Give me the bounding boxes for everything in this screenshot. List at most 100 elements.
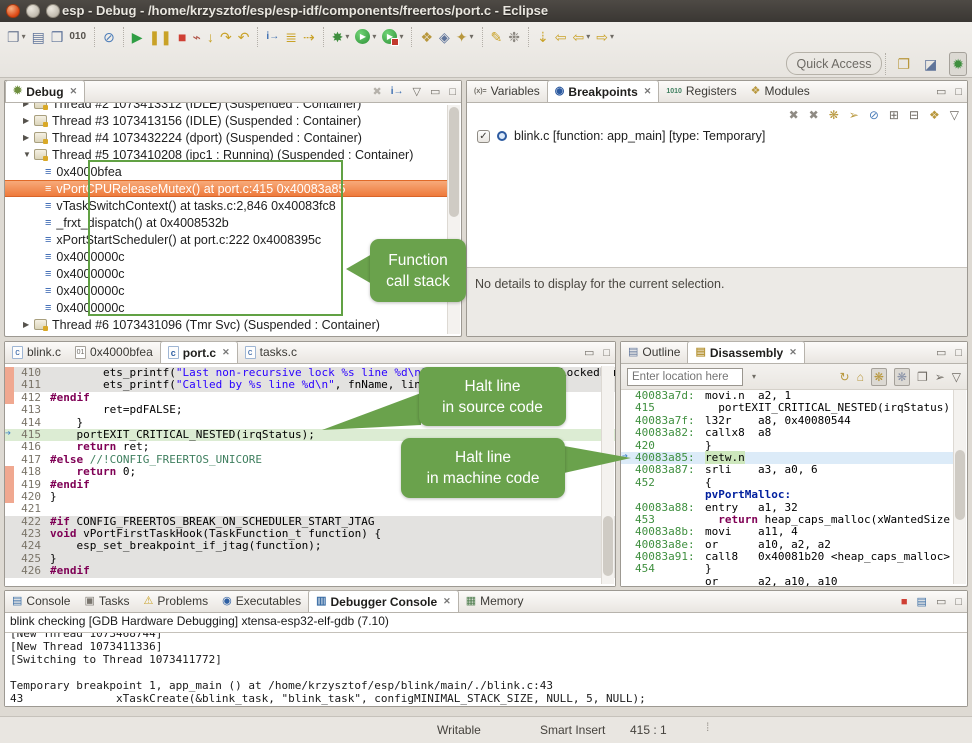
step-over-button[interactable]: ↷ [218, 25, 234, 49]
tab-close-icon[interactable]: ✕ [443, 596, 451, 607]
debug-stack-frame-row[interactable]: ≡vTaskSwitchContext() at tasks.c:2,846 0… [5, 197, 447, 214]
external-tools-dropdown-icon[interactable]: ▾ [399, 32, 403, 41]
sync-with-stack-frame-button[interactable]: ❋ [871, 368, 887, 386]
window-maximize-button[interactable] [46, 4, 60, 18]
tab-port-c[interactable]: cport.c✕ [160, 341, 238, 363]
disassembly-instruction-line[interactable]: 40083a82:callx8 a8 [621, 427, 953, 439]
new-wizard-dropdown-icon[interactable]: ▾ [22, 32, 26, 41]
expand-all-button[interactable]: ⊞ [889, 108, 899, 122]
tab-registers[interactable]: 1010Registers [659, 80, 743, 102]
editor-line-424[interactable]: 424 esp_set_breakpoint_if_jtag(function)… [5, 540, 615, 552]
run-button[interactable]: ▶▾ [353, 25, 378, 49]
skip-all-button[interactable]: ⊘ [869, 108, 879, 122]
step-return-button[interactable]: ↶ [236, 25, 252, 49]
debug-stack-frame-row[interactable]: ≡vPortCPUReleaseMutex() at port.c:415 0x… [5, 180, 447, 197]
debug-button[interactable]: ✸▾ [330, 25, 352, 49]
editor-line-421[interactable]: 421 [5, 503, 615, 515]
debug-thread-row[interactable]: ▶Thread #4 1073432224 (dport) (Suspended… [5, 129, 447, 146]
remove-all-terminated-button[interactable]: ✖ [372, 85, 381, 99]
debug-thread-row[interactable]: ▶Thread #3 1073413156 (IDLE) (Suspended … [5, 112, 447, 129]
tab-outline[interactable]: ▤Outline [621, 341, 687, 363]
quick-access-button[interactable]: Quick Access [786, 52, 882, 75]
forward-dropdown-icon[interactable]: ▾ [610, 32, 614, 41]
maximize-button[interactable]: □ [449, 85, 456, 99]
open-new-view-button[interactable]: ❐ [917, 370, 928, 384]
search-button[interactable]: ✦▾ [454, 25, 476, 49]
display-selected-console-button[interactable]: ▤ [917, 595, 927, 609]
editor-line-425[interactable]: 425} [5, 553, 615, 565]
maximize-button[interactable]: □ [955, 85, 962, 99]
debug-stack-frame-row[interactable]: ≡_frxt_dispatch() at 0x4008532b [5, 214, 447, 231]
tree-expander-icon[interactable]: ▶ [23, 320, 34, 329]
debug-dropdown-icon[interactable]: ▾ [345, 32, 349, 41]
tab-close-icon[interactable]: ✕ [644, 86, 652, 97]
remove-all-breakpoints-button[interactable]: ✖ [809, 108, 819, 122]
new-wizard-button[interactable]: ❐▾ [5, 25, 28, 49]
console-output[interactable]: [New Thread 1073468744][New Thread 10734… [5, 632, 967, 706]
tree-expander-icon[interactable]: ▶ [23, 133, 34, 142]
last-edit-location-button[interactable]: ⇣ [535, 25, 551, 49]
editor-line-426[interactable]: 426#endif [5, 565, 615, 577]
resume-button[interactable]: ▶ [130, 25, 145, 49]
tab-executables[interactable]: ◉Executables [215, 590, 308, 612]
open-type-button[interactable]: ◈ [437, 25, 452, 49]
save-all-button[interactable]: ❒ [49, 25, 66, 49]
tab-modules[interactable]: ❖Modules [744, 80, 817, 102]
mark-occurrences-button[interactable]: ✎ [489, 25, 505, 49]
breakpoint-checkbox[interactable]: ✓ [477, 130, 490, 143]
editor-line-423[interactable]: 423void vPortFirstTaskHook(TaskFunction_… [5, 528, 615, 540]
save-button[interactable]: ▤ [30, 25, 47, 49]
forward-button[interactable]: ⇨▾ [594, 25, 616, 49]
breakpoint-item[interactable]: ✓ blink.c [function: app_main] [type: Te… [477, 129, 765, 143]
tab-memory[interactable]: ▦Memory [459, 590, 531, 612]
debug-stack-frame-row[interactable]: ≡0x4000bfea [5, 163, 447, 180]
tab-variables[interactable]: (x)=Variables [467, 80, 547, 102]
minimize-button[interactable]: ▭ [936, 346, 946, 360]
instruction-stepping-button[interactable]: i→ [264, 25, 281, 49]
location-dropdown-icon[interactable]: ▾ [752, 372, 756, 381]
skip-all-breakpoints-button[interactable]: ⊘ [101, 25, 117, 49]
debug-thread-row[interactable]: ▶Thread #6 1073431096 (Tmr Svc) (Suspend… [5, 316, 447, 333]
disassembly-instruction-line[interactable]: 40083a87:srli a3, a0, 6 [621, 464, 953, 476]
disassembly-scrollbar[interactable] [953, 390, 966, 584]
minimize-button[interactable]: ▭ [430, 85, 440, 99]
view-menu-button[interactable]: ▽ [952, 370, 961, 384]
window-close-button[interactable] [6, 4, 20, 18]
terminate-button[interactable]: ■ [176, 25, 188, 49]
tab-breakpoints[interactable]: ◉Breakpoints✕ [547, 80, 660, 102]
show-supported-breakpoints-button[interactable]: ❋ [829, 108, 839, 122]
refresh-view-button[interactable]: ↻ [840, 370, 850, 384]
open-element-button[interactable]: ❖ [418, 25, 435, 49]
tab-tasks[interactable]: ▣Tasks [77, 590, 136, 612]
window-minimize-button[interactable] [26, 4, 40, 18]
maximize-button[interactable]: □ [955, 346, 962, 360]
tab-tasks-c[interactable]: ctasks.c [238, 341, 304, 363]
tree-expander-icon[interactable]: ▼ [23, 150, 34, 159]
location-input[interactable] [627, 368, 743, 386]
collapse-all-button[interactable]: ⊟ [909, 108, 919, 122]
view-menu-button[interactable]: ▽ [950, 108, 959, 122]
minimize-button[interactable]: ▭ [936, 85, 946, 99]
debug-perspective-button[interactable]: ✹ [949, 52, 967, 76]
home-pc-button[interactable]: ⌂ [857, 370, 864, 384]
c-cpp-perspective-button[interactable]: ◪ [922, 52, 939, 76]
editor-line-422[interactable]: 422#if CONFIG_FREERTOS_BREAK_ON_SCHEDULE… [5, 516, 615, 528]
back-history-dropdown-icon[interactable]: ▾ [586, 32, 590, 41]
tab-problems[interactable]: ⚠Problems [137, 590, 216, 612]
maximize-button[interactable]: □ [603, 346, 610, 360]
track-expression-button[interactable]: ❋ [894, 368, 910, 386]
disassembly-listing[interactable]: 40083a7d:movi.n a2, 1415 portEXIT_CRITIC… [621, 390, 953, 586]
tab-console[interactable]: ▤Console [5, 590, 77, 612]
debug-thread-row[interactable]: ▼Thread #5 1073410208 (ipc1 : Running) (… [5, 146, 447, 163]
back-button[interactable]: ⇦ [553, 25, 569, 49]
use-step-filters-button[interactable]: ⇢ [301, 25, 317, 49]
disassembly-instruction-line[interactable]: 40083a91:call8 0x40081b20 <heap_caps_mal… [621, 551, 953, 563]
tab-close-icon[interactable]: ✕ [70, 86, 78, 97]
tab-bfea[interactable]: 010x4000bfea [68, 341, 160, 363]
remove-breakpoint-button[interactable]: ✖ [789, 108, 799, 122]
disconnect-button[interactable]: ⌁ [191, 25, 203, 49]
back-history-button[interactable]: ⇦▾ [570, 25, 592, 49]
tree-expander-icon[interactable]: ▶ [23, 116, 34, 125]
view-menu-button[interactable]: ▽ [412, 85, 420, 99]
link-with-debug-button[interactable]: ❖ [929, 108, 940, 122]
